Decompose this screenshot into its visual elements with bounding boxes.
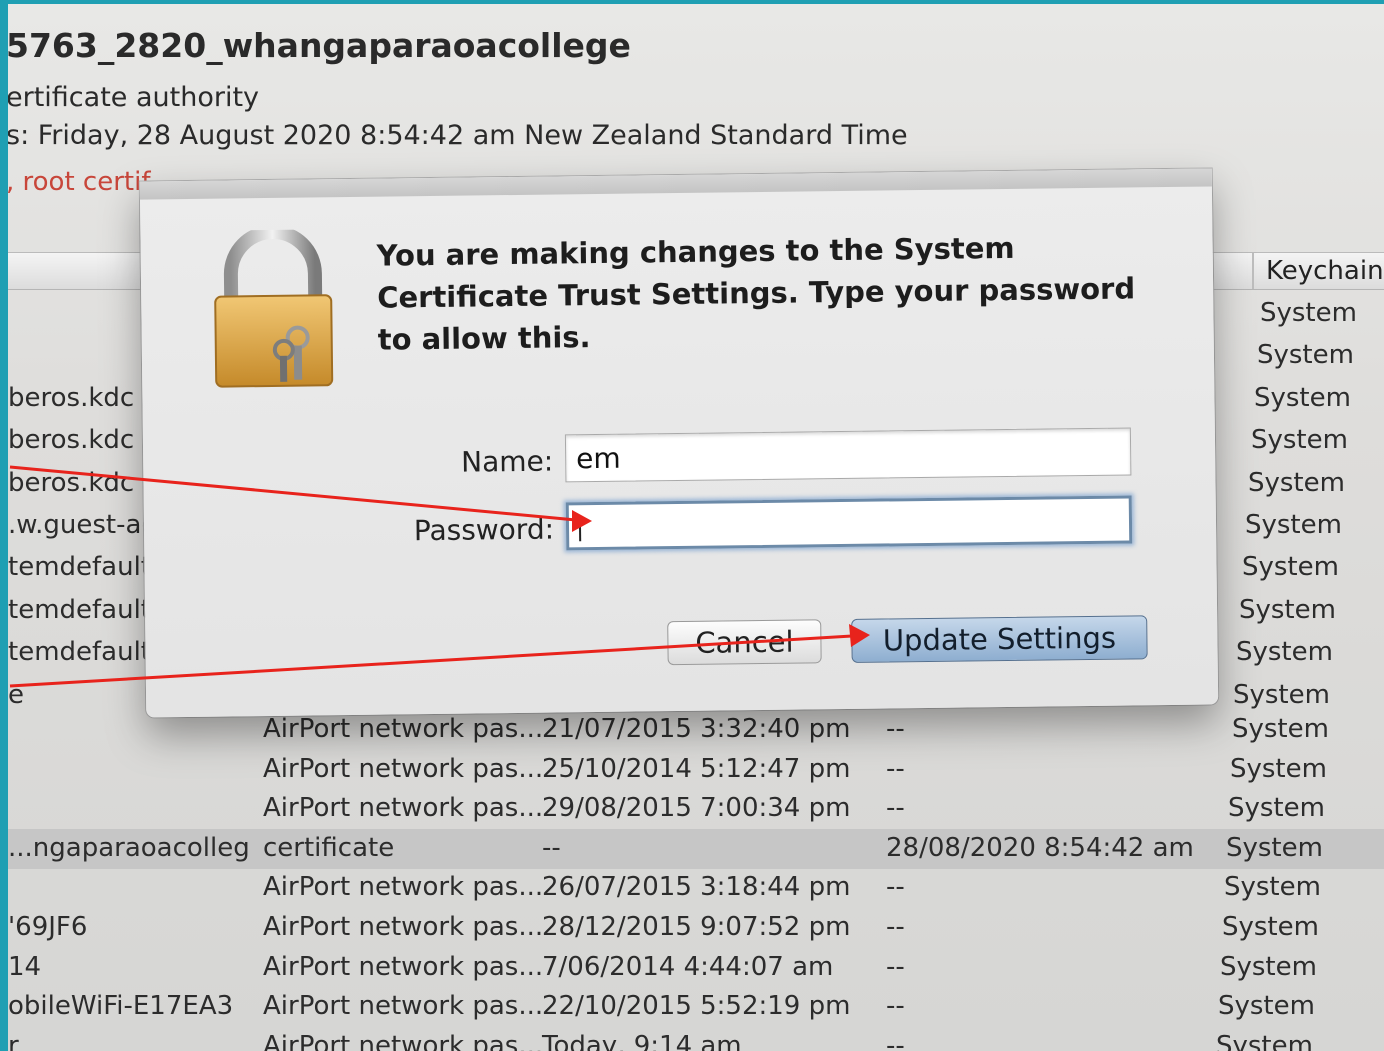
row-keychain: System (1239, 594, 1336, 625)
row-keychain: System (1224, 872, 1321, 903)
row-name: obileWiFi-E17EA3 (8, 991, 234, 1022)
row-kind: AirPort network pas... (263, 951, 544, 982)
table-row[interactable]: 14 AirPort network pas... 7/06/2014 4:44:0… (8, 948, 1384, 988)
row-keychain: System (1236, 637, 1333, 668)
row-keychain: System (1248, 467, 1345, 498)
password-field[interactable] (565, 495, 1133, 551)
row-keychain: System (1242, 552, 1339, 583)
row-expires: -- (886, 714, 905, 744)
row-kind: certificate (263, 832, 395, 863)
row-date-modified: 7/06/2014 4:44:07 am (542, 951, 834, 982)
row-date-modified: 29/08/2015 7:00:34 pm (542, 793, 851, 824)
row-keychain: System (1226, 832, 1323, 863)
row-expires: -- (886, 991, 905, 1022)
row-name: ...ngaparaoacollege (8, 832, 248, 863)
password-label: Password: (413, 512, 555, 548)
row-keychain: System (1233, 679, 1330, 710)
row-date-modified: 21/07/2015 3:32:40 pm (542, 714, 851, 744)
row-keychain: System (1257, 340, 1354, 371)
row-kind: AirPort network pas... (263, 753, 544, 784)
row-expires: -- (886, 951, 905, 982)
table-row-selected[interactable]: ...ngaparaoacollege certificate -- 28/08/20… (8, 828, 1384, 869)
certificate-title: 5763_2820_whangaparaoacollege (8, 26, 631, 65)
row-keychain: System (1222, 912, 1319, 942)
row-keychain: System (1245, 510, 1342, 540)
table-row[interactable]: AirPort network pas... 26/07/2015 3:18:44… (8, 868, 1384, 908)
row-kind: AirPort network pas... (263, 912, 544, 942)
row-date-modified: 26/07/2015 3:18:44 pm (542, 872, 851, 903)
table-row[interactable]: r AirPort network pas... Today, 9:14 am -- S… (8, 1027, 1384, 1051)
table-row[interactable]: obileWiFi-E17EA3 AirPort network pas... 22… (8, 987, 1384, 1027)
row-keychain: System (1220, 951, 1317, 982)
row-expires: -- (886, 872, 905, 903)
table-row[interactable]: '69JF6 AirPort network pas... 28/12/2015 9… (8, 908, 1384, 948)
certificate-expiry: s: Friday, 28 August 2020 8:54:42 am New… (8, 120, 908, 151)
row-name: '69JF6 (8, 912, 88, 942)
padlock-with-keys-icon (214, 229, 334, 388)
row-date-modified: 25/10/2014 5:12:47 pm (542, 753, 851, 784)
row-expires: -- (886, 1030, 905, 1051)
table-row[interactable]: AirPort network pas... 29/08/2015 7:00:34… (8, 789, 1384, 829)
column-header-keychain[interactable]: Keychain (1252, 253, 1384, 289)
row-name: 14 (8, 951, 42, 982)
authentication-dialog: You are making changes to the System Cer… (139, 168, 1219, 718)
row-keychain: System (1216, 1030, 1313, 1051)
row-expires: -- (886, 753, 905, 784)
row-keychain: System (1254, 382, 1351, 413)
row-name: r (8, 1030, 19, 1051)
row-expires: 28/08/2020 8:54:42 am (886, 832, 1194, 863)
name-field[interactable]: em (564, 427, 1132, 483)
dialog-message: You are making changes to the System Cer… (376, 230, 1136, 357)
row-keychain: System (1232, 714, 1329, 744)
row-kind: AirPort network pas... (263, 872, 544, 903)
row-kind: AirPort network pas... (263, 714, 544, 744)
update-settings-button[interactable]: Update Settings (851, 615, 1148, 663)
root-certificate-note: , root certif (8, 167, 151, 197)
row-keychain: System (1251, 425, 1348, 456)
row-keychain: System (1218, 991, 1315, 1022)
cancel-button[interactable]: Cancel (667, 619, 822, 666)
certificate-kind: ertificate authority (8, 82, 260, 113)
row-expires: -- (886, 912, 905, 942)
row-kind: AirPort network pas... (263, 793, 544, 824)
row-date-modified: 22/10/2015 5:52:19 pm (542, 991, 851, 1022)
row-keychain: System (1260, 298, 1357, 328)
text-caret (578, 515, 582, 542)
row-keychain: System (1230, 753, 1327, 784)
row-date-modified: Today, 9:14 am (542, 1030, 742, 1051)
row-date-modified: -- (542, 832, 561, 863)
row-expires: -- (886, 793, 905, 824)
row-kind: AirPort network pas... (263, 1030, 544, 1051)
row-kind: AirPort network pas... (263, 991, 544, 1022)
row-date-modified: 28/12/2015 9:07:52 pm (542, 912, 851, 942)
table-row[interactable]: AirPort network pas... 25/10/2014 5:12:47… (8, 750, 1384, 790)
row-keychain: System (1228, 793, 1325, 824)
name-label: Name: (460, 444, 554, 479)
